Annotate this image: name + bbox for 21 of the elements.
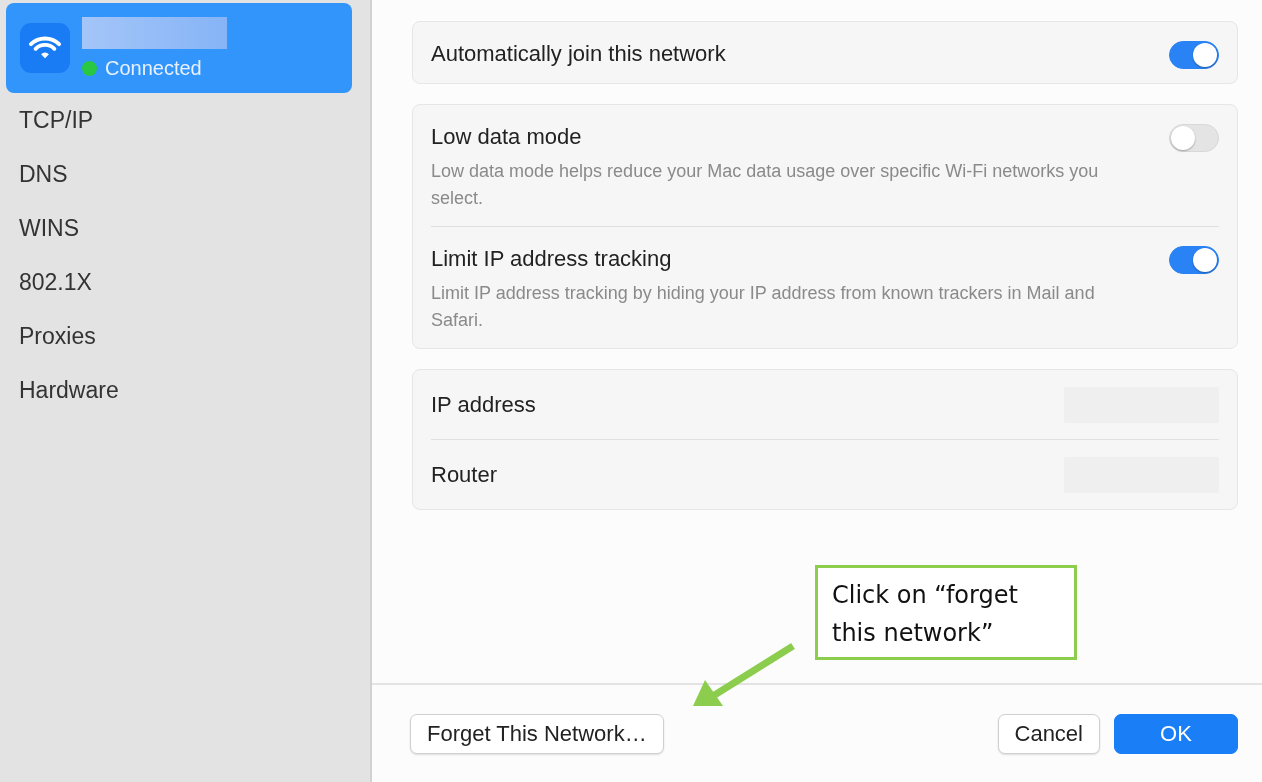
setting-label: Limit IP address tracking	[431, 246, 673, 272]
setting-label: IP address	[431, 391, 536, 418]
sidebar-item[interactable]: Hardware	[6, 363, 370, 417]
setting-description: Limit IP address tracking by hiding your IP address from known trackers in Mail and Safari.	[431, 282, 1096, 332]
sidebar-item[interactable]: DNS	[6, 147, 370, 201]
sidebar-item[interactable]: 802.1X	[6, 255, 370, 309]
setting-label: Router	[431, 461, 498, 488]
dialog-button[interactable]: Forget This Network…	[410, 713, 664, 754]
setting-description: Low data mode helps reduce your Mac data usage over specific Wi-Fi networks you select.	[431, 160, 1100, 210]
annotation-callout: Click on “forget this network”	[815, 565, 1077, 660]
wifi-icon	[20, 23, 70, 73]
setting-label: Low data mode	[431, 124, 583, 150]
sidebar-item[interactable]: Proxies	[6, 309, 370, 363]
dialog-button[interactable]: Cancel	[997, 713, 1100, 754]
ok-button[interactable]: OK	[1114, 713, 1238, 754]
toggle-switch[interactable]	[1169, 246, 1219, 274]
setting-label: Automatically join this network	[431, 41, 726, 67]
status-label: Connected	[105, 56, 202, 80]
sidebar-item[interactable]: WINS	[6, 201, 370, 255]
sidebar-item[interactable]: TCP/IP	[6, 93, 370, 147]
toggle-switch[interactable]	[1169, 41, 1219, 69]
